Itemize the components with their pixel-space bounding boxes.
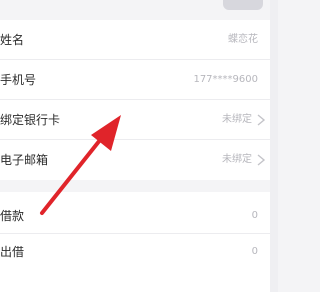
account-info-screen: 姓名 蝶恋花 手机号 177****9600 绑定银行卡 未绑定 电子邮箱 未绑… [0,0,278,292]
finance-row-lend[interactable]: 出借 0 [0,234,270,270]
row-value: 0 [251,210,258,221]
row-label: 借款 [0,209,25,223]
row-value: 未绑定 [222,114,252,125]
chevron-right-icon [257,114,266,126]
chevron-right-icon [257,154,266,166]
row-label: 绑定银行卡 [0,113,61,127]
row-label: 手机号 [0,73,37,87]
finance-row-borrow[interactable]: 借款 0 [0,198,270,234]
row-value: 未绑定 [222,154,252,165]
finance-panel: 借款 0 出借 0 [0,192,270,292]
profile-info-panel: 姓名 蝶恋花 手机号 177****9600 绑定银行卡 未绑定 电子邮箱 未绑… [0,20,270,180]
row-label: 姓名 [0,33,25,47]
row-label: 电子邮箱 [0,153,49,167]
row-value: 0 [251,246,258,257]
profile-row-phone[interactable]: 手机号 177****9600 [0,60,270,100]
avatar[interactable] [223,0,263,10]
profile-row-bank-card[interactable]: 绑定银行卡 未绑定 [0,100,270,140]
row-value: 177****9600 [193,74,258,85]
profile-row-name[interactable]: 姓名 蝶恋花 [0,20,270,60]
profile-row-email[interactable]: 电子邮箱 未绑定 [0,140,270,180]
row-value: 蝶恋花 [228,34,258,45]
row-label: 出借 [0,245,25,259]
side-divider [270,0,278,292]
